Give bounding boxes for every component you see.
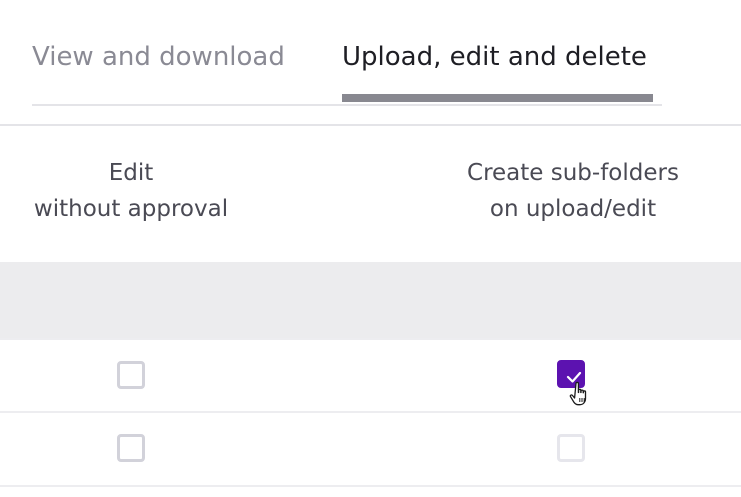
column-header-edit-line1: Edit [108,160,154,186]
checkbox-create-sub-folders-row-1[interactable] [557,360,585,388]
group-header-row [0,262,741,338]
checkbox-edit-without-approval-row-1[interactable] [117,361,145,389]
active-tab-indicator [342,94,653,102]
row-divider [0,485,741,487]
check-icon [566,371,582,383]
header-divider [0,124,741,126]
column-header-create-sub-folders: Create sub-folders on upload/edit [403,155,741,227]
permission-tabs: View and download Upload, edit and delet… [32,0,662,106]
row-divider [0,338,741,340]
column-header-edit-without-approval: Edit without approval [0,155,262,227]
row-divider [0,411,741,413]
tab-upload-edit-delete[interactable]: Upload, edit and delete [342,40,647,74]
tab-view-and-download[interactable]: View and download [32,40,285,74]
column-header-sub-line2: on upload/edit [489,196,657,222]
column-header-sub-line1: Create sub-folders [467,160,679,186]
column-header-edit-line2: without approval [33,196,229,222]
checkbox-edit-without-approval-row-2[interactable] [117,434,145,462]
checkbox-create-sub-folders-row-2[interactable] [557,434,585,462]
